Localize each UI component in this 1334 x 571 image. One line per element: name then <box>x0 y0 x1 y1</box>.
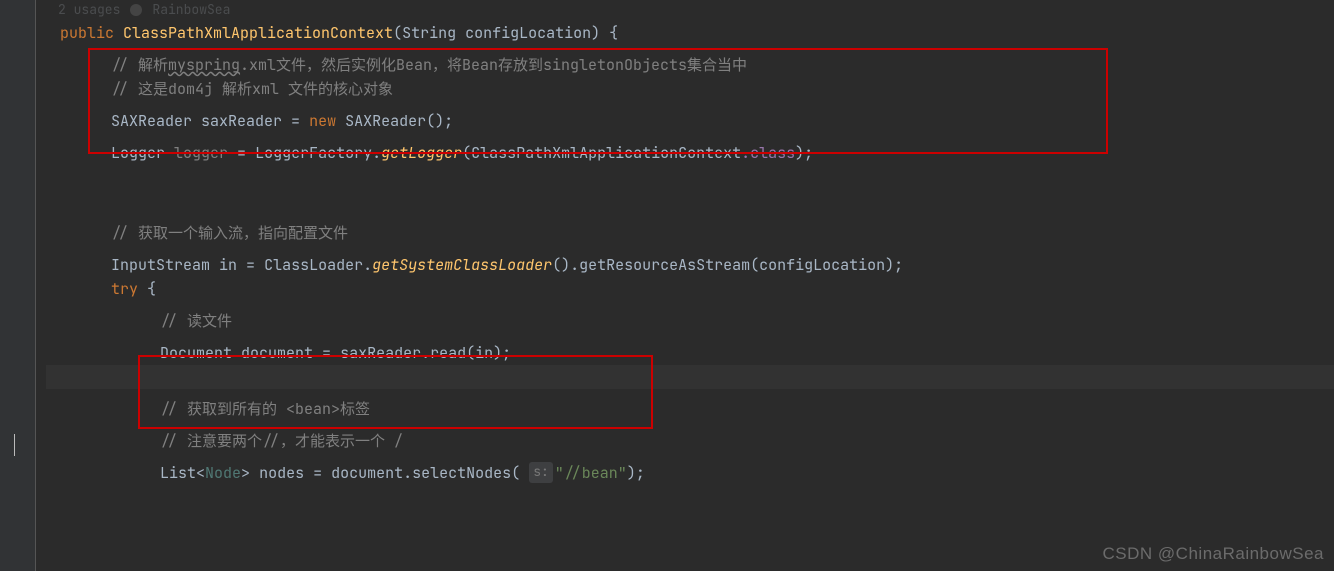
code-line-inputstream: InputStream in = ClassLoader.getSystemCl… <box>46 253 1334 277</box>
code-line-comment-5: // 获取到所有的 <bean>标签 <box>46 397 1334 421</box>
code-line-comment-3: // 获取一个输入流，指向配置文件 <box>46 221 1334 245</box>
code-line-saxreader: SAXReader saxReader = new SAXReader(); <box>46 109 1334 133</box>
author-hint[interactable]: RainbowSea <box>152 0 230 21</box>
inlay-param-hint: s: <box>529 462 553 483</box>
param-name: configLocation <box>465 21 591 45</box>
current-line <box>46 365 1334 389</box>
code-line-listnodes: List<Node> nodes = document.selectNodes(… <box>46 461 1334 485</box>
code-line-comment-2: // 这是dom4j 解析xml 文件的核心对象 <box>46 77 1334 101</box>
inlay-hints: 2 usages RainbowSea <box>58 0 1334 21</box>
code-line-comment-1: // 解析myspring.xml文件，然后实例化Bean，将Bean存放到si… <box>46 53 1334 77</box>
code-line-method-signature: public ClassPathXmlApplicationContext(St… <box>46 21 1334 45</box>
keyword-public: public <box>60 21 114 45</box>
gutter[interactable] <box>0 0 36 571</box>
avatar-icon <box>130 4 142 16</box>
code-line-comment-4: // 读文件 <box>46 309 1334 333</box>
code-line-comment-6: // 注意要两个//，才能表示一个 / <box>46 429 1334 453</box>
watermark: CSDN @ChinaRainbowSea <box>1103 540 1324 567</box>
param-type: String <box>402 21 456 45</box>
comment-text: // 这是dom4j 解析xml 文件的核心对象 <box>111 77 393 101</box>
code-line-try: try { <box>46 277 1334 301</box>
method-name: ClassPathXmlApplicationContext <box>123 21 393 45</box>
code-editor[interactable]: 2 usages RainbowSea public ClassPathXmlA… <box>36 0 1334 485</box>
text-caret <box>14 434 15 456</box>
code-line-document: Document document = saxReader.read(in); <box>46 341 1334 365</box>
code-line-logger: Logger logger = LoggerFactory.getLogger(… <box>46 141 1334 165</box>
usages-hint[interactable]: 2 usages <box>58 0 120 21</box>
comment-text: // 解析myspring.xml文件，然后实例化Bean，将Bean存放到si… <box>111 53 747 77</box>
